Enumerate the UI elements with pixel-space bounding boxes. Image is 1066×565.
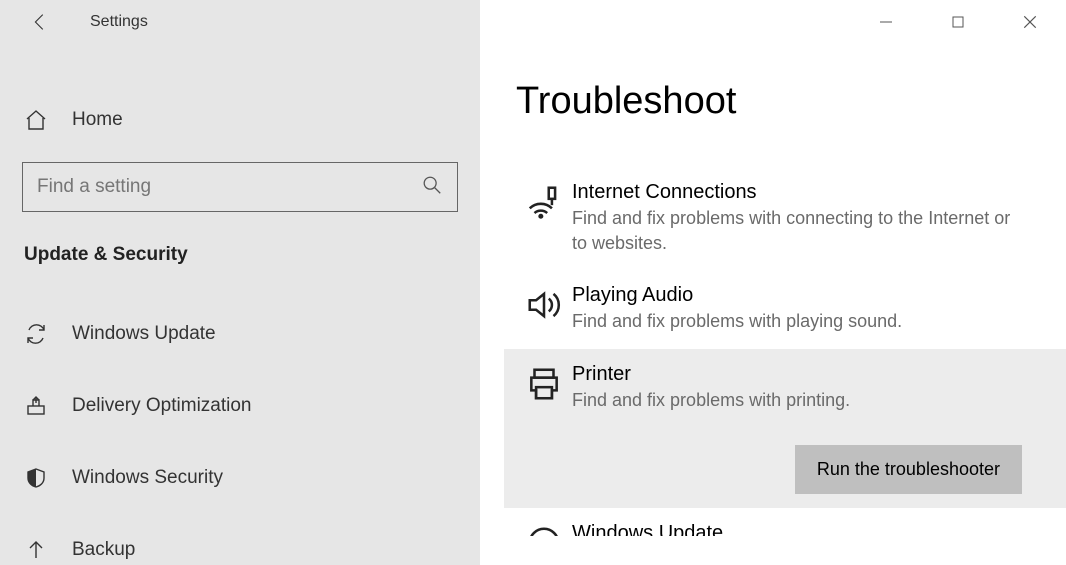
troubleshooter-internet-connections[interactable]: Internet Connections Find and fix proble…: [504, 167, 1036, 270]
internet-icon: [516, 181, 572, 256]
printer-icon: [516, 363, 572, 413]
main-content: Troubleshoot Internet Connections: [480, 0, 1066, 565]
troubleshooter-playing-audio[interactable]: Playing Audio Find and fix problems with…: [504, 270, 1036, 348]
titlebar: Settings: [0, 0, 480, 44]
back-button[interactable]: [20, 2, 60, 42]
troubleshooter-name: Playing Audio: [572, 284, 1024, 307]
close-button[interactable]: [994, 0, 1066, 44]
audio-icon: [516, 284, 572, 334]
troubleshooter-name: Windows Update: [572, 522, 1024, 536]
troubleshooter-name: Internet Connections: [572, 181, 1024, 204]
sidebar-item-windows-update[interactable]: Windows Update: [0, 298, 480, 370]
delivery-optimization-icon: [24, 394, 72, 418]
run-troubleshooter-button[interactable]: Run the troubleshooter: [795, 445, 1022, 494]
page-title: Troubleshoot: [516, 80, 1036, 123]
sidebar-item-label: Windows Security: [72, 467, 223, 489]
sidebar-home-label: Home: [72, 109, 123, 131]
sync-icon: [24, 322, 72, 346]
troubleshooter-desc: Find and fix problems with connecting to…: [572, 206, 1024, 256]
sidebar-item-label: Delivery Optimization: [72, 395, 252, 417]
troubleshooter-windows-update[interactable]: Windows Update: [504, 508, 1036, 536]
update-icon: [516, 522, 572, 524]
sidebar-nav: Windows Update Delivery Optimization: [0, 298, 480, 565]
sidebar-home[interactable]: Home: [0, 90, 480, 150]
troubleshooter-desc: Find and fix problems with playing sound…: [572, 309, 1024, 334]
app-title: Settings: [90, 13, 148, 31]
home-icon: [24, 108, 72, 132]
search-input[interactable]: [37, 176, 421, 198]
search-icon: [421, 174, 443, 201]
search-box[interactable]: [22, 162, 458, 212]
sidebar-category: Update & Security: [0, 212, 480, 276]
sidebar-item-windows-security[interactable]: Windows Security: [0, 442, 480, 514]
troubleshooter-desc: Find and fix problems with printing.: [572, 388, 1036, 413]
shield-icon: [24, 466, 72, 490]
sidebar-item-label: Backup: [72, 539, 135, 561]
troubleshooter-printer[interactable]: Printer Find and fix problems with print…: [504, 349, 1066, 508]
backup-icon: [24, 538, 72, 562]
troubleshooter-list: Internet Connections Find and fix proble…: [516, 167, 1036, 536]
sidebar-item-backup[interactable]: Backup: [0, 514, 480, 565]
troubleshooter-name: Printer: [572, 363, 1036, 386]
minimize-button[interactable]: [850, 0, 922, 44]
sidebar-item-label: Windows Update: [72, 323, 216, 345]
maximize-button[interactable]: [922, 0, 994, 44]
window-controls: [850, 0, 1066, 44]
sidebar: Settings Home Updat: [0, 0, 480, 565]
sidebar-item-delivery-optimization[interactable]: Delivery Optimization: [0, 370, 480, 442]
